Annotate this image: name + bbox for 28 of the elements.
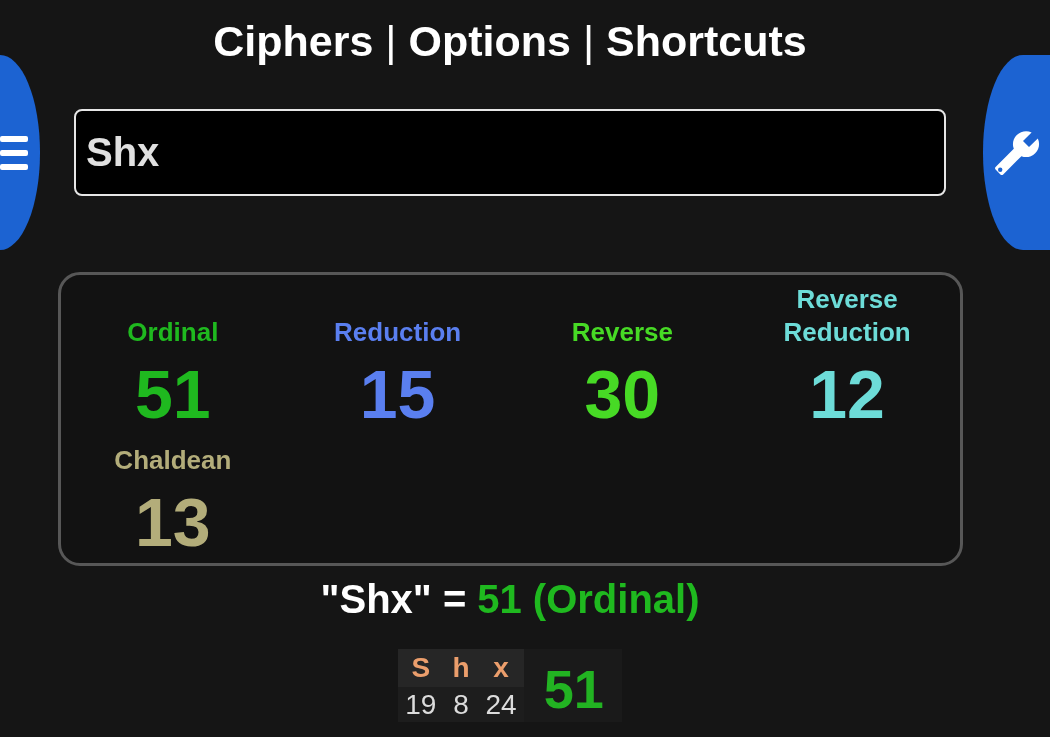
nav-separator: | bbox=[385, 16, 397, 66]
menu-icon bbox=[0, 135, 28, 170]
cipher-name[interactable]: Reverse Reduction bbox=[757, 283, 938, 349]
cipher-value: 30 bbox=[584, 357, 661, 431]
nav-link[interactable]: Shortcuts bbox=[606, 16, 807, 66]
cipher-value: 12 bbox=[809, 357, 885, 431]
letter-value: 19 bbox=[404, 688, 438, 722]
nav-separator: | bbox=[582, 16, 595, 66]
cipher-value: 15 bbox=[359, 357, 436, 431]
breakdown-letter: x bbox=[478, 649, 524, 687]
settings-button[interactable] bbox=[983, 55, 1050, 250]
summary-result: 51 (Ordinal) bbox=[477, 576, 700, 623]
nav-link[interactable]: Ciphers bbox=[213, 16, 374, 66]
cipher-name[interactable]: Ordinal bbox=[127, 316, 219, 349]
nav-link[interactable]: Options bbox=[408, 16, 571, 66]
letter-value: 24 bbox=[484, 688, 518, 722]
cipher-value: 51 bbox=[135, 357, 211, 431]
letter-value: 8 bbox=[452, 688, 470, 722]
summary-phrase: "Shx" = bbox=[320, 576, 467, 623]
cipher-value: 13 bbox=[135, 485, 211, 559]
cipher-name[interactable]: Reverse bbox=[571, 316, 673, 349]
cipher-name[interactable]: Chaldean bbox=[114, 444, 232, 477]
breakdown-total: 51 bbox=[523, 649, 622, 722]
breakdown-letter: S bbox=[398, 649, 444, 687]
search-field[interactable]: Shx bbox=[74, 109, 946, 196]
breakdown-letter: h bbox=[443, 649, 479, 687]
cipher-name[interactable]: Reduction bbox=[334, 316, 462, 349]
wrench-icon bbox=[993, 128, 1041, 177]
